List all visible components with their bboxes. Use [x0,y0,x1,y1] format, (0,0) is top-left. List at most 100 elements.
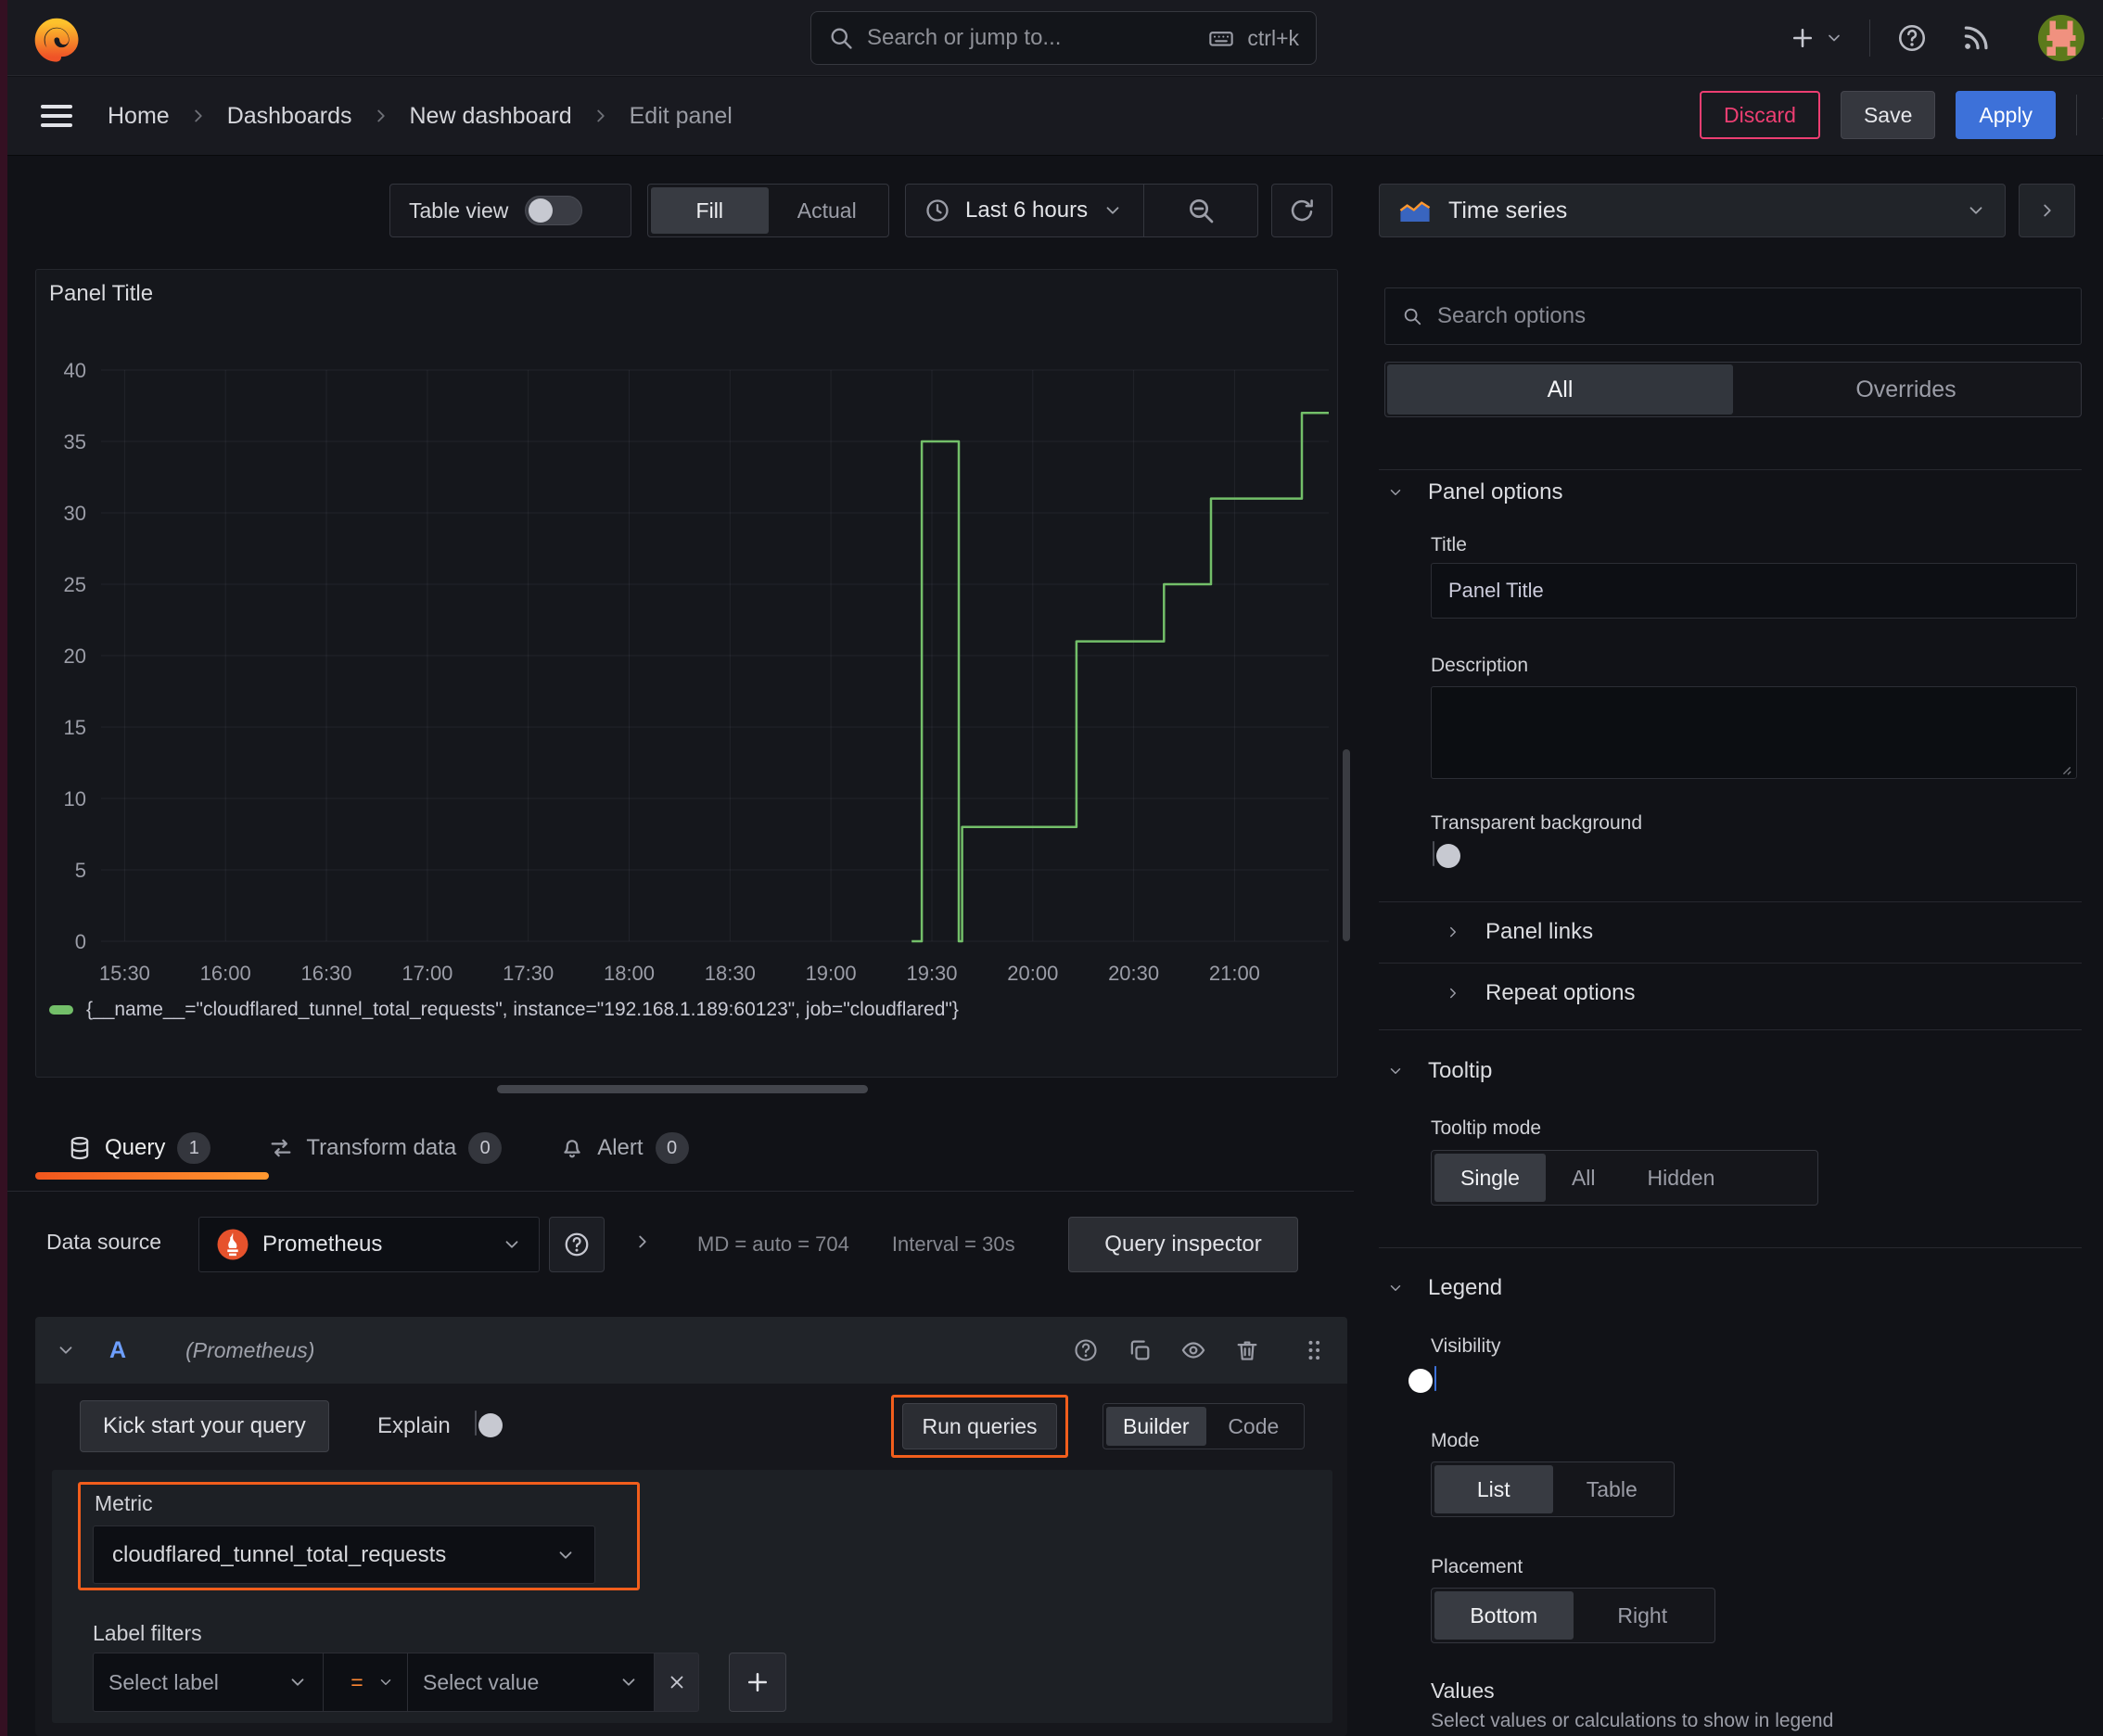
save-button[interactable]: Save [1840,91,1936,139]
svg-text:21:00: 21:00 [1209,962,1260,985]
options-scope-tabs: All Overrides [1384,362,2082,417]
select-value-chevron-down-icon [618,1672,639,1692]
breadcrumb: Home Dashboards New dashboard Edit panel [108,77,733,155]
chart-legend[interactable]: {__name__="cloudflared_tunnel_total_requ… [49,999,959,1021]
user-avatar[interactable] [2038,15,2084,61]
repeat-options-header[interactable]: Repeat options [1445,972,1635,1015]
svg-text:15: 15 [64,716,86,739]
query-options-chevron-right-icon[interactable] [632,1232,653,1252]
legend-values-label: Values [1431,1679,1495,1703]
breadcrumb-new-dashboard[interactable]: New dashboard [410,103,572,130]
tab-query[interactable]: Query 1 [67,1132,211,1164]
panel-title-input[interactable] [1431,563,2077,619]
tab-transform-data[interactable]: Transform data 0 [268,1132,503,1164]
legend-header[interactable]: Legend [1387,1267,1502,1309]
panel-options-header[interactable]: Panel options [1387,464,1562,521]
explain-toggle[interactable] [475,1410,503,1437]
select-label-dropdown[interactable]: Select label [93,1653,324,1712]
table-view-toggle[interactable] [525,196,583,225]
repeat-options-title: Repeat options [1485,980,1636,1005]
menu-hamburger-icon[interactable] [41,99,72,133]
drag-grip-icon[interactable] [1301,1337,1327,1363]
query-help-icon[interactable] [1073,1337,1099,1363]
panel-resize-handle[interactable] [497,1085,868,1093]
breadcrumb-home[interactable]: Home [108,103,170,130]
delete-query-trash-icon[interactable] [1234,1337,1260,1363]
select-value-dropdown[interactable]: Select value [408,1653,655,1712]
tab-alert[interactable]: Alert 0 [559,1132,689,1164]
description-textarea[interactable] [1431,686,2077,779]
discard-button[interactable]: Discard [1700,91,1820,139]
section-chevron-down-icon [1387,1280,1404,1296]
clock-icon [924,198,950,223]
resize-grip-icon[interactable] [2052,756,2072,776]
add-chevron-down-icon[interactable] [1825,29,1843,47]
legend-visibility-toggle[interactable] [1408,1366,1436,1393]
tooltip-single-option[interactable]: Single [1434,1154,1546,1202]
help-icon[interactable] [1896,22,1928,54]
operator-dropdown[interactable]: = [324,1653,408,1712]
svg-text:17:00: 17:00 [401,962,452,985]
query-row-header[interactable]: A (Prometheus) [35,1317,1347,1384]
duplicate-query-icon[interactable] [1127,1337,1153,1363]
tab-transform-count: 0 [468,1132,503,1164]
left-pane-scrollbar[interactable] [1343,749,1350,941]
svg-text:25: 25 [64,573,86,596]
news-rss-icon[interactable] [1961,23,1991,53]
grafana-logo-icon[interactable] [32,11,80,70]
tooltip-hidden-option[interactable]: Hidden [1622,1154,1741,1202]
table-view-control: Table view [389,184,631,237]
metric-select[interactable]: cloudflared_tunnel_total_requests [93,1525,595,1584]
apply-button[interactable]: Apply [1956,91,2056,139]
actual-option[interactable]: Actual [769,187,886,234]
legend-right-option[interactable]: Right [1574,1591,1713,1640]
breadcrumb-dashboards[interactable]: Dashboards [227,103,352,130]
operator-chevron-down-icon [377,1674,394,1691]
svg-text:10: 10 [64,787,86,811]
collapse-options-pane-button[interactable] [2019,184,2075,237]
legend-list-option[interactable]: List [1434,1465,1553,1513]
query-collapse-chevron-down-icon[interactable] [56,1340,76,1360]
kick-start-query-button[interactable]: Kick start your query [80,1400,329,1452]
legend-bottom-option[interactable]: Bottom [1434,1591,1574,1640]
tooltip-mode-label: Tooltip mode [1431,1117,1542,1139]
tab-all[interactable]: All [1387,364,1733,415]
toggle-visibility-eye-icon[interactable] [1180,1337,1206,1363]
svg-text:18:30: 18:30 [705,962,756,985]
breadcrumb-separator-icon [188,106,209,126]
fill-option[interactable]: Fill [651,187,769,234]
transparent-bg-toggle[interactable] [1433,841,1460,868]
visualization-picker[interactable]: Time series [1379,184,2006,237]
collapse-chevron-up-icon[interactable] [2097,102,2103,128]
options-search[interactable]: Search options [1384,287,2082,345]
legend-swatch [49,1005,73,1015]
operator-value: = [350,1669,363,1694]
run-queries-button[interactable]: Run queries [902,1403,1057,1449]
fill-actual-switch: Fill Actual [647,184,889,237]
svg-text:5: 5 [75,859,86,882]
builder-option[interactable]: Builder [1106,1407,1206,1446]
query-refid[interactable]: A [109,1337,126,1364]
add-icon[interactable] [1790,25,1816,51]
datasource-picker[interactable]: Prometheus [198,1217,540,1272]
refresh-button[interactable] [1271,184,1332,237]
legend-table-option[interactable]: Table [1553,1465,1672,1513]
tab-overrides[interactable]: Overrides [1733,364,2079,415]
query-options-summary[interactable]: MD = auto = 704 Interval = 30s [697,1217,1015,1272]
zoom-out-icon[interactable] [1186,196,1216,225]
tooltip-header[interactable]: Tooltip [1387,1050,1492,1092]
code-option[interactable]: Code [1206,1407,1301,1446]
panel-links-header[interactable]: Panel links [1445,911,1593,953]
topnav-right-actions [1790,0,2084,76]
time-range-chevron-down-icon[interactable] [1102,200,1123,221]
time-range-label[interactable]: Last 6 hours [965,198,1088,223]
datasource-help-button[interactable] [549,1217,605,1272]
plus-icon [745,1669,771,1695]
query-inspector-button[interactable]: Query inspector [1068,1217,1298,1272]
add-filter-button[interactable] [729,1653,786,1712]
tooltip-all-option[interactable]: All [1546,1154,1622,1202]
global-search-box[interactable]: Search or jump to... ctrl+k [810,11,1317,65]
close-icon [667,1672,687,1692]
remove-filter-button[interactable] [655,1653,699,1712]
legend-visibility-label: Visibility [1431,1335,1501,1357]
